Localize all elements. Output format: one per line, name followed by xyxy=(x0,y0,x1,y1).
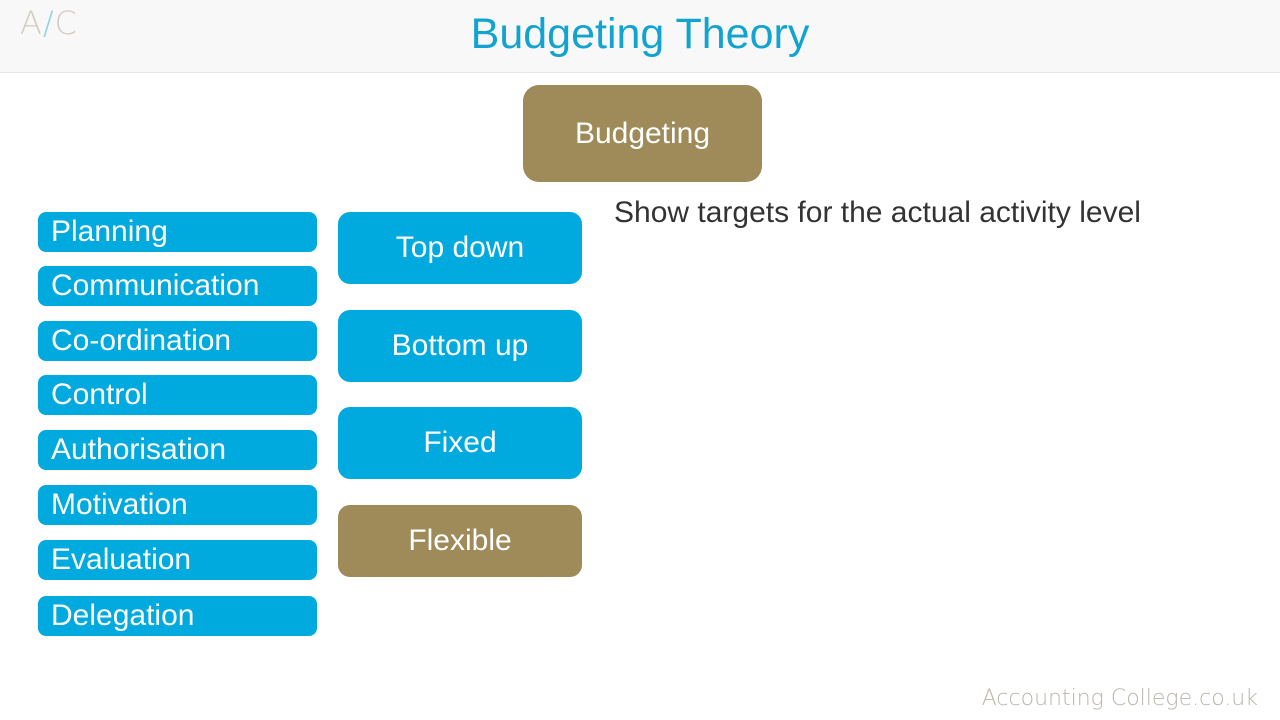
budget-type-bottom-up: Bottom up xyxy=(338,310,582,382)
purpose-item: Authorisation xyxy=(38,430,317,470)
budget-type-fixed: Fixed xyxy=(338,407,582,479)
budgeting-box: Budgeting xyxy=(523,85,762,182)
header-bar: A/C Budgeting Theory xyxy=(0,0,1280,73)
purpose-item: Communication xyxy=(38,266,317,306)
description-text: Show targets for the actual activity lev… xyxy=(614,196,1141,229)
budget-type-flexible: Flexible xyxy=(338,505,582,577)
purpose-item: Evaluation xyxy=(38,540,317,580)
budget-type-top-down: Top down xyxy=(338,212,582,284)
purpose-item: Control xyxy=(38,375,317,415)
purpose-item: Motivation xyxy=(38,485,317,525)
purpose-item: Co-ordination xyxy=(38,321,317,361)
footer-brand: Accounting College.co.uk xyxy=(981,686,1258,711)
purpose-item: Planning xyxy=(38,212,317,252)
slide-title: Budgeting Theory xyxy=(470,10,810,58)
purpose-item: Delegation xyxy=(38,596,317,636)
